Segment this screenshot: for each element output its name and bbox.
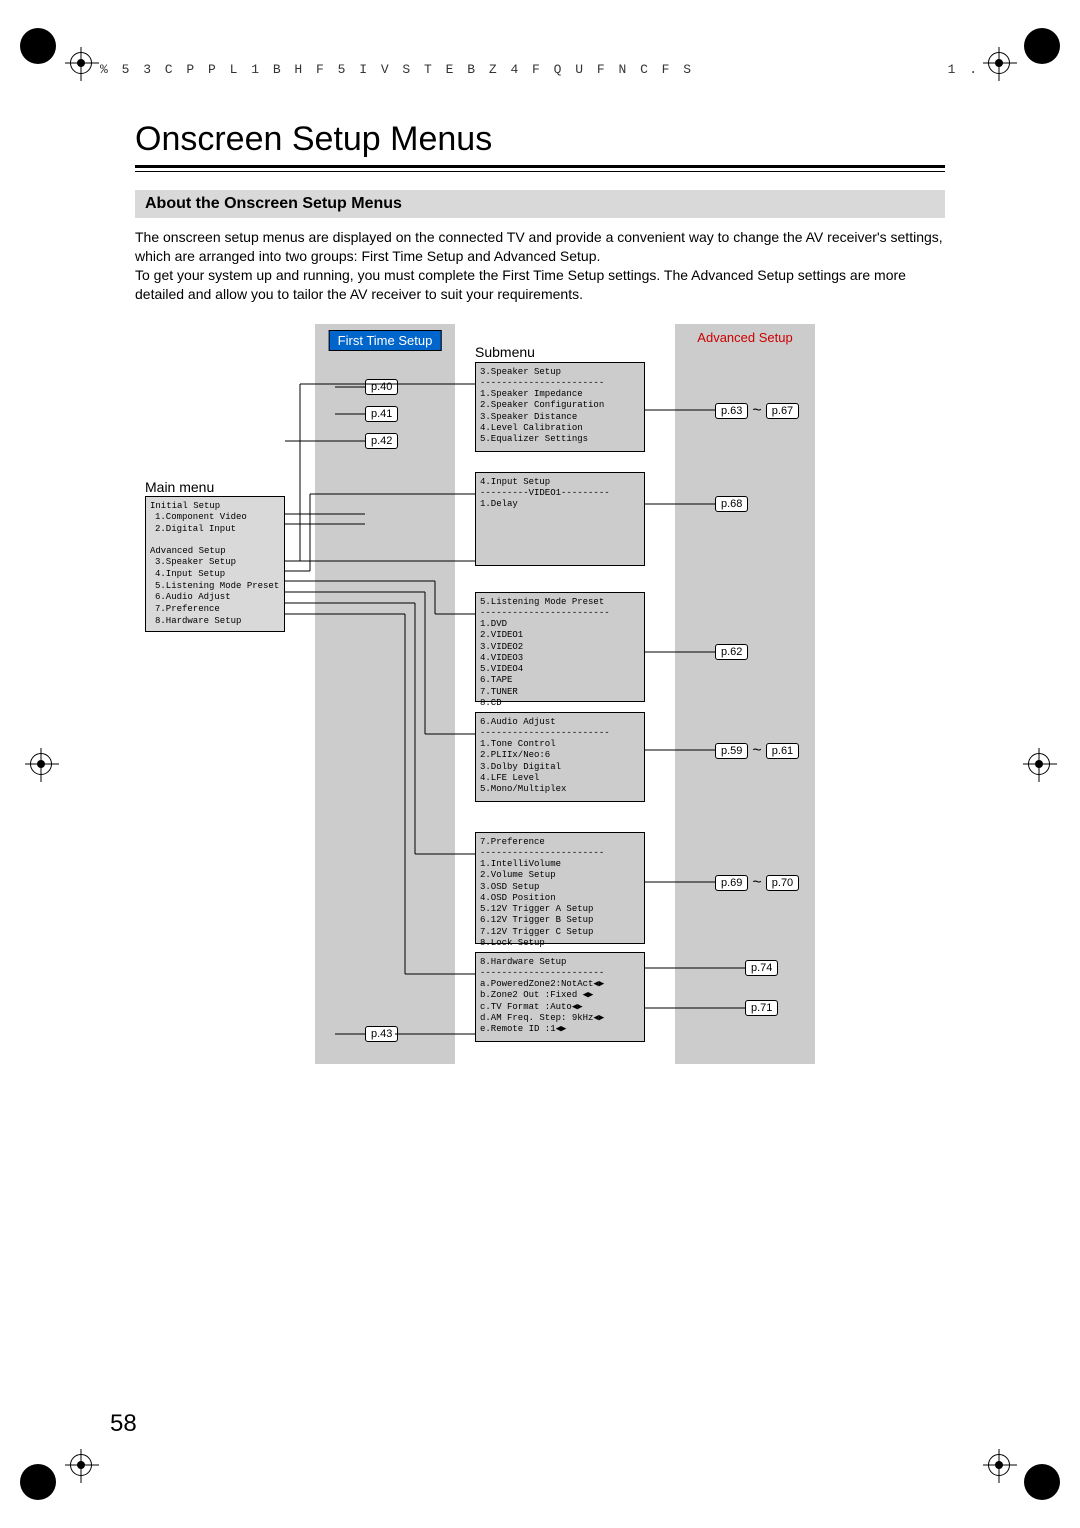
main-menu-item: 3.Speaker Setup — [150, 557, 280, 569]
registration-mark — [1028, 753, 1050, 775]
header-right: 1 . — [948, 62, 980, 77]
main-menu-advanced: Advanced Setup — [150, 546, 280, 558]
main-menu-item: 1.Component Video — [150, 512, 280, 524]
main-menu-initial: Initial Setup — [150, 501, 280, 513]
registration-mark — [988, 52, 1010, 74]
page-ref-group: p.74 — [745, 960, 778, 976]
title-rule — [135, 165, 945, 168]
page-ref-group: p.68 — [715, 496, 748, 512]
page-number: 58 — [110, 1410, 137, 1438]
menu-diagram: First Time Setup Advanced Setup Submenu … — [135, 324, 945, 1084]
main-menu-item: 7.Preference — [150, 604, 280, 616]
main-menu-item: 6.Audio Adjust — [150, 592, 280, 604]
main-menu-label: Main menu — [145, 479, 214, 495]
section-heading: About the Onscreen Setup Menus — [135, 190, 945, 218]
header-code: % 5 3 C P P L 1 B H F 5 I V S T E B Z 4 … — [100, 62, 694, 77]
submenu-preference: 7.Preference ----------------------- 1.I… — [475, 832, 645, 944]
page-ref: p.40 — [365, 379, 398, 395]
main-menu-item: 5.Listening Mode Preset — [150, 581, 280, 593]
intro-paragraph: The onscreen setup menus are displayed o… — [135, 228, 945, 304]
registration-mark — [70, 52, 92, 74]
corner-mark — [20, 28, 56, 64]
registration-mark — [988, 1454, 1010, 1476]
page-ref: p.43 — [365, 1026, 398, 1042]
advanced-label: Advanced Setup — [697, 330, 792, 345]
page-ref: p.42 — [365, 433, 398, 449]
main-menu-item: 4.Input Setup — [150, 569, 280, 581]
page-ref: p.41 — [365, 406, 398, 422]
main-menu-item: 8.Hardware Setup — [150, 616, 280, 628]
first-time-label: First Time Setup — [329, 330, 442, 351]
advanced-column: Advanced Setup — [675, 324, 815, 1064]
page-ref-group: p.62 — [715, 644, 748, 660]
registration-mark — [30, 753, 52, 775]
submenu-listening-mode: 5.Listening Mode Preset ----------------… — [475, 592, 645, 702]
corner-mark — [1024, 1464, 1060, 1500]
submenu-audio-adjust: 6.Audio Adjust ------------------------ … — [475, 712, 645, 802]
submenu-speaker-setup: 3.Speaker Setup ----------------------- … — [475, 362, 645, 452]
page-ref-group: p.59 ~ p.61 — [715, 742, 799, 760]
main-menu-item: 2.Digital Input — [150, 524, 280, 536]
corner-mark — [20, 1464, 56, 1500]
registration-mark — [70, 1454, 92, 1476]
title-rule-thin — [135, 171, 945, 172]
page-header-code: % 5 3 C P P L 1 B H F 5 I V S T E B Z 4 … — [100, 62, 980, 77]
submenu-input-setup: 4.Input Setup ---------VIDEO1--------- 1… — [475, 472, 645, 566]
main-menu-box: Initial Setup 1.Component Video 2.Digita… — [145, 496, 285, 633]
corner-mark — [1024, 28, 1060, 64]
submenu-hardware-setup: 8.Hardware Setup -----------------------… — [475, 952, 645, 1042]
page-ref-group: p.71 — [745, 1000, 778, 1016]
page-title: Onscreen Setup Menus — [135, 120, 945, 159]
page-ref-group: p.63 ~ p.67 — [715, 402, 799, 420]
page-ref-group: p.69 ~ p.70 — [715, 874, 799, 892]
submenu-label: Submenu — [475, 344, 535, 360]
